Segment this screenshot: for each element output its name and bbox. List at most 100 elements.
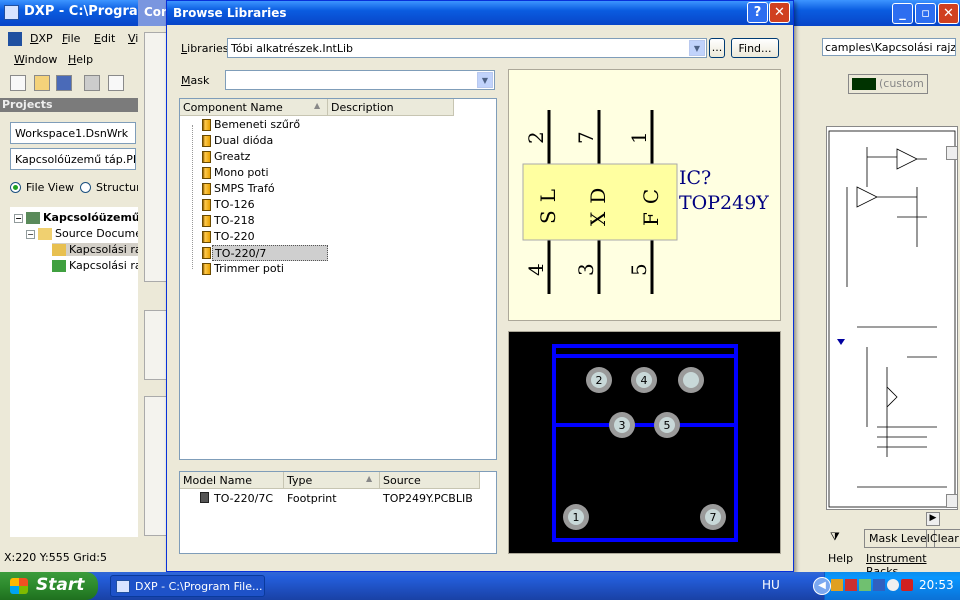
instrument-racks-tab[interactable]: Instrument Racks — [866, 552, 960, 572]
list-item[interactable]: TO-218 — [184, 213, 328, 229]
component-icon — [202, 183, 211, 195]
list-item[interactable]: TO-220 — [184, 229, 328, 245]
menu-dxp[interactable]: DXP — [30, 32, 53, 45]
column-header-type[interactable]: Type ▲ — [284, 472, 380, 489]
schematic-canvas[interactable] — [826, 126, 958, 510]
column-header-model-name[interactable]: Model Name — [180, 472, 284, 489]
component-icon — [202, 151, 211, 163]
save-icon[interactable] — [56, 75, 72, 91]
component-icon — [202, 263, 211, 275]
clear-button[interactable]: Clear — [926, 529, 960, 548]
color-combo[interactable]: (custom — [848, 74, 928, 94]
maximize-icon[interactable]: ▫ — [915, 3, 936, 24]
tree-item-doc-2[interactable]: Kapcsolási raj — [52, 259, 145, 272]
browse-library-button[interactable]: ... — [709, 38, 725, 58]
mask-label: Mask — [181, 74, 210, 87]
list-item-selected[interactable]: TO-220/7 — [212, 245, 328, 261]
collapse-icon[interactable]: − — [26, 229, 35, 239]
column-header-description[interactable]: Description — [328, 99, 454, 116]
language-indicator[interactable]: HU — [762, 578, 780, 592]
minimize-icon[interactable]: _ — [892, 3, 913, 24]
tray-expand-icon[interactable]: ◀ — [813, 577, 831, 595]
pin-number: 4 — [524, 263, 548, 276]
list-item[interactable]: SMPS Trafó — [184, 181, 328, 197]
color-swatch — [852, 78, 876, 90]
pin-number: 5 — [627, 263, 651, 276]
app-toolbar — [0, 72, 138, 96]
help-icon[interactable]: ? — [747, 2, 768, 23]
tray-app-icon[interactable] — [873, 579, 885, 591]
pin-name: FC — [639, 181, 663, 226]
project-icon — [26, 212, 40, 224]
list-item[interactable]: TO-126 — [184, 197, 328, 213]
list-item[interactable]: Greatz — [184, 149, 328, 165]
schematic-editor-window: _ ▫ ✕ camples\Kapcsolási rajz (custom ▶ … — [822, 0, 960, 572]
dialog-title: Browse Libraries — [173, 6, 287, 20]
projects-panel-header: Projects — [0, 98, 138, 112]
menu-edit[interactable]: Edit — [94, 32, 115, 45]
pad-label: 5 — [664, 419, 671, 432]
pcb-doc-icon — [52, 260, 66, 272]
tree-item-source[interactable]: − Source Docume — [26, 227, 142, 240]
model-source-cell: TOP249Y.PCBLIB — [383, 492, 473, 505]
collapse-icon[interactable]: − — [14, 213, 23, 223]
tray-app-icon[interactable] — [887, 579, 899, 591]
tray-app-icon[interactable] — [845, 579, 857, 591]
list-item[interactable]: Trimmer poti — [184, 261, 328, 277]
libraries-combo[interactable]: Tóbi alkatrészek.IntLib ▼ — [227, 38, 707, 58]
open-folder-icon[interactable] — [34, 75, 50, 91]
designator-text: IC? — [679, 167, 711, 189]
column-header-component-name[interactable]: Component Name ▲ — [180, 99, 328, 116]
workspace-field[interactable]: Workspace1.DsnWrk — [10, 122, 136, 144]
structure-radio[interactable] — [80, 182, 91, 193]
folder-icon — [38, 228, 52, 240]
footprint-icon — [200, 492, 209, 503]
tray-app-icon[interactable] — [831, 579, 843, 591]
projects-panel: Workspace1.DsnWrk Kapcsolóüzemű táp.PRJF… — [0, 114, 147, 544]
close-icon[interactable]: ✕ — [938, 3, 959, 24]
list-item[interactable]: Dual dióda — [184, 133, 328, 149]
app-menubar: DXP File Edit Vi Window Help — [0, 28, 138, 68]
chevron-down-icon[interactable]: ▼ — [477, 72, 493, 88]
footprint-pad-hole — [683, 372, 699, 388]
tray-app-icon[interactable] — [859, 579, 871, 591]
menu-view[interactable]: Vi — [128, 32, 138, 45]
security-shield-icon[interactable] — [901, 579, 913, 591]
taskbar: Start DXP - C:\Program File... HU ◀ 20:5… — [0, 572, 960, 600]
filter-icon[interactable]: ⧩ — [830, 530, 840, 544]
menu-window[interactable]: Window — [14, 53, 57, 66]
mask-combo[interactable]: ▼ — [225, 70, 495, 90]
tree-item-project[interactable]: − Kapcsolóüzemű — [14, 211, 140, 224]
find-button[interactable]: Find... — [731, 38, 779, 58]
project-field[interactable]: Kapcsolóüzemű táp.PRJF — [10, 148, 136, 170]
component-icon — [202, 231, 211, 243]
table-row[interactable]: TO-220/7C Footprint TOP249Y.PCBLIB — [180, 490, 496, 506]
help-tab[interactable]: Help — [828, 552, 853, 565]
pad-label: 2 — [596, 374, 603, 387]
close-icon[interactable]: ✕ — [769, 2, 790, 23]
component-icon — [202, 247, 211, 259]
new-file-icon[interactable] — [10, 75, 26, 91]
start-button[interactable]: Start — [0, 572, 98, 600]
windows-logo-icon — [10, 578, 28, 594]
chevron-down-icon[interactable]: ▼ — [689, 40, 705, 56]
taskbar-item-dxp[interactable]: DXP - C:\Program File... — [110, 575, 265, 597]
document-path-field[interactable]: camples\Kapcsolási rajz — [822, 38, 956, 56]
list-item[interactable]: Bemeneti szűrő — [184, 117, 328, 133]
list-item[interactable]: Mono poti — [184, 165, 328, 181]
mask-level-button[interactable]: Mask Level — [864, 529, 935, 548]
print-icon[interactable] — [84, 75, 100, 91]
pad-label: 4 — [641, 374, 648, 387]
scroll-right-icon[interactable]: ▶ — [926, 512, 940, 526]
symbol-drawing: 2 7 1 4 3 5 SL XD FC IC? TOP249Y — [522, 110, 769, 294]
menu-help[interactable]: Help — [68, 53, 93, 66]
pad-label: 3 — [619, 419, 626, 432]
menu-file[interactable]: File — [62, 32, 80, 45]
file-view-radio[interactable] — [10, 182, 21, 193]
tree-item-doc-1[interactable]: Kapcsolási raj — [52, 243, 145, 256]
scroll-up-icon[interactable] — [946, 146, 958, 160]
component-icon — [202, 215, 211, 227]
scroll-down-icon[interactable] — [946, 494, 958, 508]
column-header-source[interactable]: Source — [380, 472, 480, 489]
print-preview-icon[interactable] — [108, 75, 124, 91]
